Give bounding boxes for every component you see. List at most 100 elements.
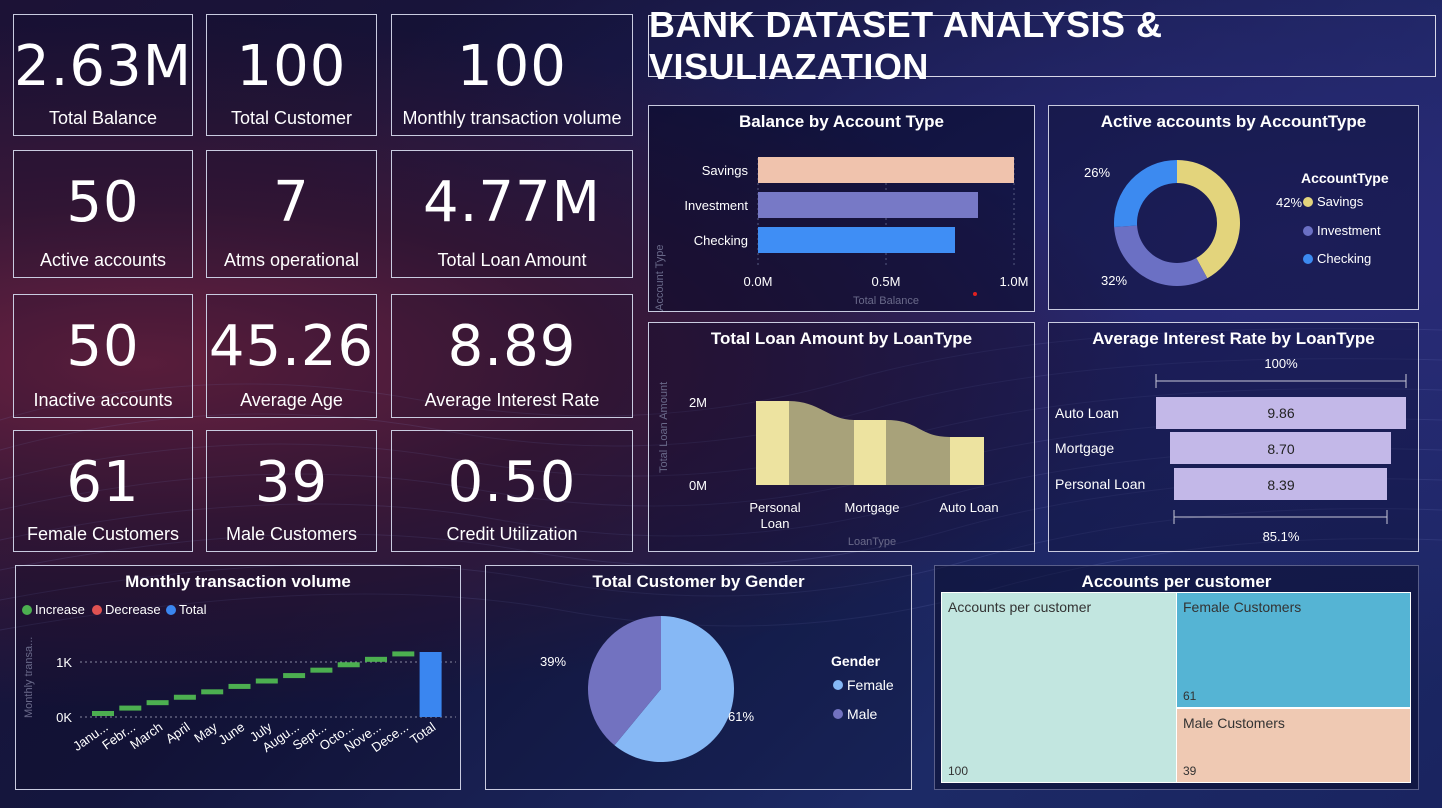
kpi-value: 50 (66, 314, 140, 379)
dashboard-title: BANK DATASET ANALYSIS & VISULIAZATION (649, 4, 1163, 87)
bar-personal-loan[interactable] (756, 401, 789, 485)
bar-investment[interactable] (758, 192, 978, 218)
waterfall-bar[interactable] (283, 673, 306, 679)
tile-label: Male Customers (1183, 715, 1285, 731)
kpi-average-age: 45.26 Average Age (206, 294, 377, 418)
kpi-value: 39 (254, 450, 329, 515)
kpi-value: 100 (236, 34, 347, 99)
donut-slice-investment[interactable] (1114, 225, 1208, 286)
waterfall-bar[interactable] (337, 662, 360, 668)
x-tick-label: May (191, 719, 220, 746)
kpi-label: Female Customers (26, 524, 180, 544)
waterfall-bar[interactable] (255, 678, 278, 684)
kpi-active-accounts: 50 Active accounts (13, 150, 193, 278)
x-tick-label: April (163, 719, 193, 746)
kpi-value: 7 (273, 170, 310, 235)
active-accounts-donut-chart[interactable]: Active accounts by AccountType 42% 32% 2… (1048, 105, 1419, 310)
kpi-label: Male Customers (225, 524, 358, 544)
y-tick-label: 0M (689, 478, 707, 493)
kpi-total-balance: 2.63M Total Balance (13, 14, 193, 136)
bar-savings[interactable] (758, 157, 1014, 183)
waterfall-bar[interactable] (228, 683, 251, 689)
legend-label: Checking (1317, 251, 1371, 266)
kpi-total-loan-amount: 4.77M Total Loan Amount (391, 150, 633, 278)
slice-label-savings: 42% (1276, 195, 1302, 210)
bar-checking[interactable] (758, 227, 955, 253)
ribbon-connector (886, 420, 950, 485)
accounts-per-customer-treemap[interactable]: Accounts per customer Accounts per custo… (934, 565, 1419, 790)
x-tick-label-line2: Loan (761, 516, 790, 531)
tile-label: Female Customers (1183, 599, 1302, 615)
x-tick-label: Mortgage (845, 500, 900, 515)
gender-pie-svg: 61% 39% Gender Female Male (540, 616, 894, 762)
donut-slice-checking[interactable] (1114, 160, 1177, 227)
funnel-bottom-label: 85.1% (1263, 529, 1300, 544)
treemap-tile-male[interactable]: Male Customers 39 (1176, 708, 1411, 783)
waterfall-bar[interactable] (119, 705, 142, 711)
x-tick-label-line1: Personal (749, 500, 800, 515)
tile-label: Accounts per customer (948, 599, 1092, 615)
bar-mortgage[interactable] (854, 420, 886, 485)
donut-slice-savings[interactable] (1177, 160, 1240, 279)
active-donut-svg: 42% 32% 26% AccountType Savings Investme… (1084, 160, 1389, 288)
funnel-top-label: 100% (1264, 356, 1298, 371)
x-tick-label: 0.5M (872, 274, 901, 289)
chart-title: Accounts per customer (1081, 572, 1272, 591)
y-axis-title: Monthly transa... (23, 637, 35, 718)
waterfall-total-bar[interactable] (419, 652, 442, 717)
treemap-tile-female[interactable]: Female Customers 61 (1176, 592, 1411, 708)
waterfall-bar[interactable] (201, 689, 224, 695)
kpi-label: Total Customer (230, 108, 353, 128)
category-label: Checking (694, 233, 748, 248)
funnel-value: 9.86 (1267, 405, 1294, 421)
interest-rate-funnel-chart[interactable]: Average Interest Rate by LoanType 100% 9… (1048, 322, 1419, 552)
tile-value: 61 (1183, 689, 1197, 703)
kpi-credit-utilization: 0.50 Credit Utilization (391, 430, 633, 552)
legend-marker-increase (22, 605, 32, 615)
waterfall-bar[interactable] (392, 651, 415, 657)
x-tick-label: June (216, 719, 248, 747)
tile-value: 39 (1183, 764, 1197, 778)
monthly-transaction-waterfall[interactable]: Monthly transaction volume Increase Decr… (15, 565, 461, 790)
kpi-value: 2.63M (14, 34, 193, 99)
loan-amount-ribbon-chart[interactable]: Total Loan Amount by LoanType Total Loan… (648, 322, 1035, 552)
waterfall-bar[interactable] (173, 694, 196, 700)
kpi-total-customer: 100 Total Customer (206, 14, 377, 136)
kpi-label: Average Interest Rate (424, 390, 600, 410)
legend-label: Female (847, 677, 894, 693)
bar-auto-loan[interactable] (950, 437, 984, 485)
kpi-value: 100 (457, 34, 567, 99)
kpi-female-customers: 61 Female Customers (13, 430, 193, 552)
x-axis-title: Total Balance (853, 295, 919, 307)
y-tick-label: 1K (56, 655, 72, 670)
y-axis-title: Account Type (654, 245, 666, 311)
y-axis-title: Total Loan Amount (658, 382, 670, 473)
x-tick-label: Personal Loan (749, 500, 800, 531)
kpi-value: 61 (66, 450, 140, 515)
kpi-value: 50 (66, 170, 140, 235)
kpi-value: 0.50 (447, 450, 577, 515)
legend-label: Total (179, 602, 207, 617)
funnel-value: 8.39 (1267, 477, 1294, 493)
customer-gender-pie-chart[interactable]: Total Customer by Gender 61% 39% Gender … (485, 565, 912, 790)
waterfall-bar[interactable] (365, 656, 387, 662)
kpi-male-customers: 39 Male Customers (206, 430, 377, 552)
kpi-inactive-accounts: 50 Inactive accounts (13, 294, 193, 418)
kpi-monthly-transaction-volume: 100 Monthly transaction volume (391, 14, 633, 136)
slice-label-investment: 32% (1101, 273, 1127, 288)
y-tick-label: 0K (56, 710, 72, 725)
legend-marker-checking (1303, 254, 1313, 264)
legend-marker-male (833, 709, 843, 719)
category-label: Auto Loan (1055, 405, 1119, 421)
waterfall-bar[interactable] (92, 711, 114, 716)
legend-label: Increase (35, 602, 85, 617)
category-label: Investment (684, 198, 748, 213)
treemap-tile-accounts[interactable]: Accounts per customer 100 (941, 592, 1177, 783)
legend-marker-decrease (92, 605, 102, 615)
kpi-label: Total Loan Amount (437, 250, 587, 270)
waterfall-bar[interactable] (146, 700, 169, 706)
legend-label: Investment (1317, 223, 1381, 238)
waterfall-bar[interactable] (310, 667, 333, 673)
balance-by-account-type-chart[interactable]: Balance by Account Type Account Type Sav… (648, 105, 1035, 312)
legend-marker-savings (1303, 197, 1313, 207)
